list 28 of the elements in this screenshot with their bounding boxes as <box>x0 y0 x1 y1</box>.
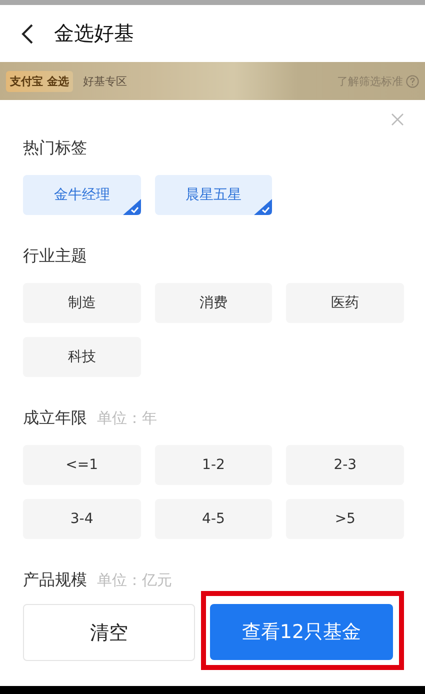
filter-chip[interactable]: 金牛经理 <box>23 175 141 215</box>
unit-hint: 单位：年 <box>97 409 157 428</box>
page-title: 金选好基 <box>54 20 134 47</box>
filter-chip[interactable]: 2-3 <box>286 445 404 485</box>
filter-chip[interactable]: 晨星五星 <box>154 175 272 215</box>
filter-chip[interactable]: <=1 <box>23 445 141 485</box>
help-icon[interactable] <box>406 74 419 88</box>
section-title: 行业主题 <box>23 246 87 267</box>
close-icon[interactable] <box>391 112 404 126</box>
section-title: 产品规模 <box>23 570 87 591</box>
filter-chip[interactable]: 3-4 <box>23 499 141 539</box>
filter-chip[interactable]: 消费 <box>154 283 272 323</box>
view-funds-button[interactable]: 查看12只基金 <box>210 604 393 660</box>
filter-chip[interactable]: 医药 <box>286 283 404 323</box>
filter-chip[interactable]: 4-5 <box>154 499 272 539</box>
clear-button[interactable]: 清空 <box>23 604 195 661</box>
check-corner-icon <box>254 199 272 215</box>
unit-hint: 单位：亿元 <box>97 571 172 590</box>
banner-subtitle: 好基专区 <box>82 74 127 88</box>
section-title: 成立年限 <box>23 408 87 429</box>
filter-chip[interactable]: 科技 <box>23 337 141 377</box>
brand-badge: 支付宝 金选 <box>6 70 73 92</box>
back-icon[interactable] <box>20 22 34 44</box>
check-corner-icon <box>122 199 141 215</box>
section-title: 热门标签 <box>23 138 87 159</box>
filter-chip[interactable]: 制造 <box>23 283 141 323</box>
filter-chip[interactable]: >5 <box>286 499 404 539</box>
filter-chip[interactable]: 1-2 <box>154 445 272 485</box>
